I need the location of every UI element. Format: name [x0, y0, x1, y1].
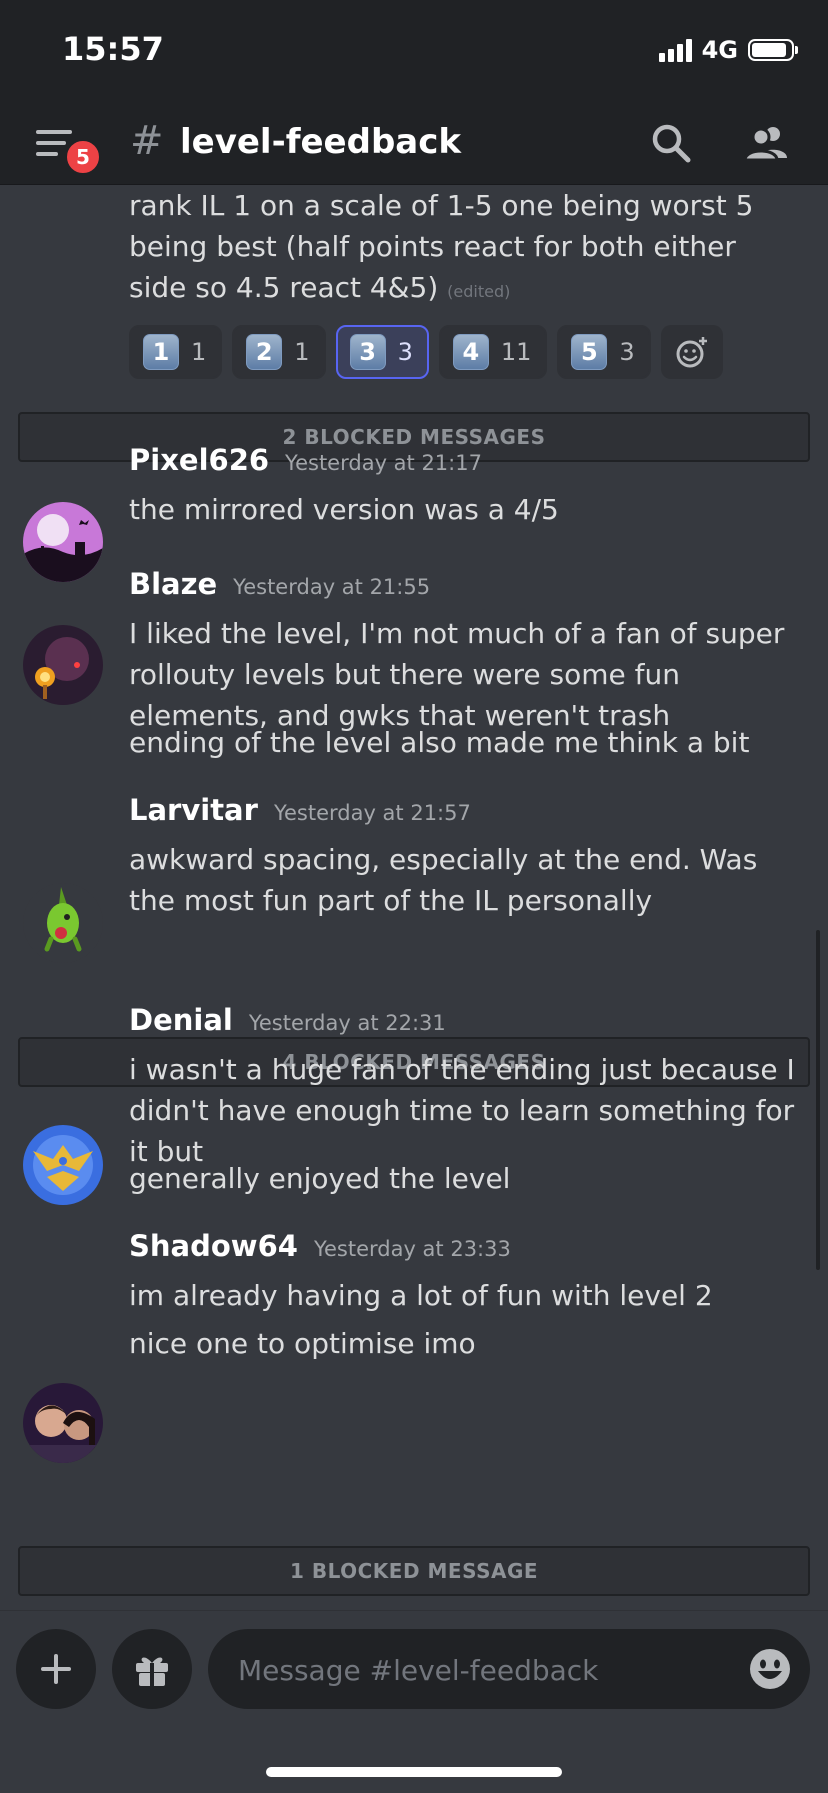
members-button[interactable] — [742, 120, 792, 168]
avatar-denial[interactable] — [23, 1125, 103, 1205]
reaction-2[interactable]: 2 1 — [232, 325, 326, 379]
avatar-pixel626[interactable] — [23, 502, 103, 582]
message-text[interactable]: I liked the level, I'm not much of a fan… — [129, 613, 799, 736]
message-text[interactable]: the mirrored version was a 4/5 — [129, 489, 799, 530]
keycap-2-icon: 2 — [246, 334, 283, 370]
gift-button[interactable] — [112, 1629, 192, 1709]
message-text[interactable]: awkward spacing, especially at the end. … — [129, 839, 799, 921]
status-time: 15:57 — [62, 30, 164, 68]
keycap-1-icon: 1 — [143, 334, 179, 370]
reaction-1[interactable]: 1 1 — [129, 325, 223, 379]
message-text[interactable]: nice one to optimise imo — [129, 1323, 799, 1364]
author-name[interactable]: Denial — [129, 1003, 233, 1037]
avatar-larvitar[interactable] — [23, 883, 103, 963]
emoji-icon — [750, 1649, 790, 1689]
reaction-count: 11 — [500, 338, 532, 366]
message-text[interactable]: ending of the level also made me think a… — [129, 722, 799, 763]
message-composer — [0, 1610, 828, 1793]
timestamp: Yesterday at 22:31 — [248, 1011, 446, 1035]
author-name[interactable]: Blaze — [129, 567, 217, 601]
reaction-4[interactable]: 4 11 — [438, 325, 548, 379]
timestamp: Yesterday at 21:55 — [233, 575, 431, 599]
search-button[interactable] — [648, 120, 696, 168]
home-indicator[interactable] — [266, 1767, 562, 1777]
message-input[interactable] — [236, 1647, 720, 1693]
message-input-container — [208, 1629, 810, 1709]
attach-button[interactable] — [16, 1629, 96, 1709]
blocked-messages-bar[interactable]: 1 BLOCKED MESSAGE — [18, 1546, 810, 1596]
reaction-count: 1 — [294, 338, 310, 366]
reaction-count: 1 — [191, 338, 207, 366]
channel-header: 5 # level-feedback — [0, 100, 828, 185]
timestamp: Yesterday at 21:17 — [285, 451, 482, 475]
add-reaction-icon — [676, 337, 707, 368]
search-icon — [652, 124, 691, 163]
message-text[interactable]: i wasn't a huge fan of the ending just b… — [129, 1049, 799, 1172]
poll-message-text[interactable]: rank IL 1 on a scale of 1-5 one being wo… — [129, 185, 799, 312]
channel-hash-icon: # — [130, 118, 164, 164]
battery-icon — [748, 39, 798, 61]
keycap-5-icon: 5 — [571, 334, 608, 370]
plus-icon — [41, 1654, 71, 1684]
unread-badge: 5 — [64, 138, 102, 176]
message-list[interactable]: rank IL 1 on a scale of 1-5 one being wo… — [0, 185, 828, 1610]
emoji-button[interactable] — [748, 1647, 792, 1691]
status-indicators: 4G — [658, 36, 798, 64]
reaction-5[interactable]: 5 3 — [557, 325, 651, 379]
message-header: Shadow64 Yesterday at 23:33 — [129, 1229, 511, 1263]
timestamp: Yesterday at 21:57 — [273, 801, 471, 825]
reaction-bar: 1 1 2 1 3 3 4 11 5 3 — [129, 325, 723, 379]
members-icon — [743, 127, 787, 162]
message-header: Denial Yesterday at 22:31 — [129, 1003, 446, 1037]
reaction-count: 3 — [397, 338, 413, 366]
keycap-3-icon: 3 — [349, 334, 386, 370]
message-header: Larvitar Yesterday at 21:57 — [129, 793, 471, 827]
avatar-shadow64[interactable] — [23, 1383, 103, 1463]
message-text[interactable]: im already having a lot of fun with leve… — [129, 1275, 799, 1316]
scrollbar[interactable] — [816, 930, 820, 1270]
reaction-count: 3 — [619, 338, 635, 366]
add-reaction-button[interactable] — [660, 325, 723, 379]
keycap-4-icon: 4 — [452, 334, 489, 370]
gift-icon — [136, 1657, 168, 1686]
author-name[interactable]: Pixel626 — [129, 443, 269, 477]
status-bar: 15:57 4G — [0, 0, 828, 100]
network-type: 4G — [701, 36, 738, 64]
timestamp: Yesterday at 23:33 — [313, 1237, 511, 1261]
menu-button[interactable]: 5 — [36, 124, 102, 176]
message-header: Blaze Yesterday at 21:55 — [129, 567, 430, 601]
signal-icon — [658, 38, 692, 62]
author-name[interactable]: Shadow64 — [129, 1229, 298, 1263]
author-name[interactable]: Larvitar — [129, 793, 258, 827]
message-text[interactable]: generally enjoyed the level — [129, 1158, 799, 1199]
avatar-blaze[interactable] — [23, 625, 103, 705]
channel-title[interactable]: level-feedback — [180, 122, 461, 162]
reaction-3[interactable]: 3 3 — [335, 325, 429, 379]
message-header: Pixel626 Yesterday at 21:17 — [129, 443, 482, 477]
edited-label: (edited) — [447, 282, 511, 301]
